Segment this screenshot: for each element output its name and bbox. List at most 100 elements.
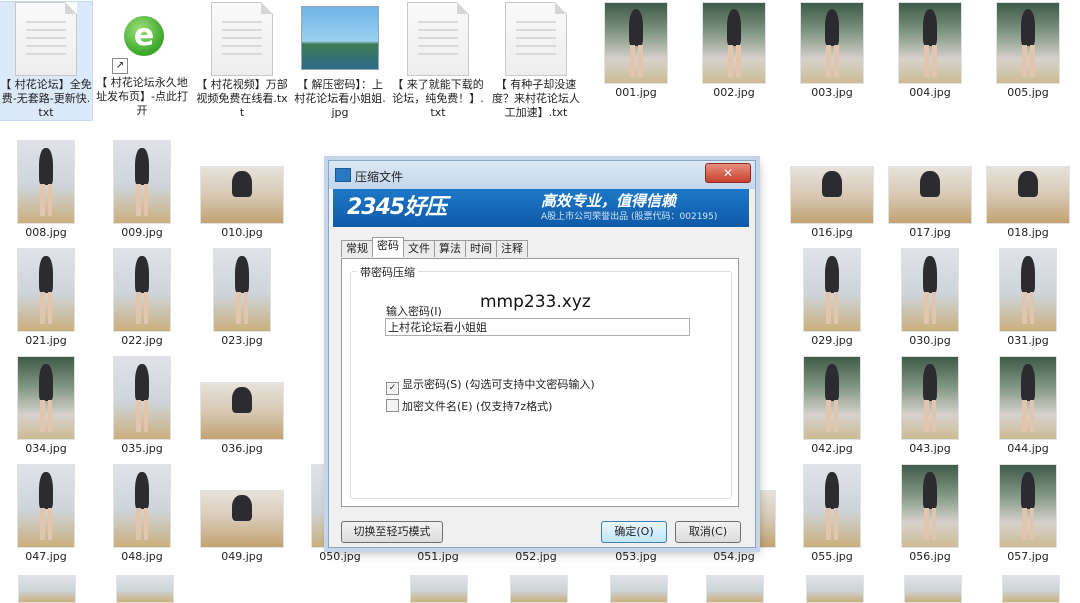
file-label: 023.jpg [221,334,263,347]
file-item[interactable]: 042.jpg [786,356,878,456]
file-label: 018.jpg [1007,226,1049,239]
tab-comment[interactable]: 注释 [496,240,528,257]
file-label: 030.jpg [909,334,951,347]
image-thumbnail [999,356,1057,440]
switch-mode-button[interactable]: 切换至轻巧模式 [341,521,443,543]
file-item[interactable]: 044.jpg [982,356,1074,456]
file-label: 009.jpg [121,226,163,239]
file-item[interactable]: 048.jpg [96,464,188,564]
dialog-title: 压缩文件 [355,170,404,184]
file-label: 010.jpg [221,226,263,239]
image-thumbnail [17,464,75,548]
text-file-icon [211,2,273,76]
file-label: 051.jpg [417,550,459,563]
file-item[interactable]: 001.jpg [590,2,682,100]
file-item[interactable]: 【 村花视频】万部视频免费在线看.txt [196,2,288,120]
file-item[interactable]: 016.jpg [786,140,878,240]
file-label: 004.jpg [909,86,951,99]
tab-algorithm[interactable]: 算法 [434,240,466,257]
image-thumbnail[interactable] [510,575,568,603]
cancel-button[interactable]: 取消(C) [675,521,741,543]
checkbox-unchecked-icon [386,399,399,412]
image-thumbnail [200,490,284,548]
file-item[interactable]: 057.jpg [982,464,1074,564]
show-password-label: 显示密码(S) (勾选可支持中文密码输入) [402,378,595,391]
file-item[interactable]: 030.jpg [884,248,976,348]
image-thumbnail[interactable] [18,575,76,603]
image-thumbnail[interactable] [1002,575,1060,603]
image-thumbnail [996,2,1060,84]
file-item[interactable]: 004.jpg [884,2,976,100]
file-item[interactable]: 005.jpg [982,2,1074,100]
file-item[interactable]: 002.jpg [688,2,780,100]
file-item[interactable]: 【 来了就能下载的论坛，纯免费！】.txt [392,2,484,120]
file-item[interactable]: 055.jpg [786,464,878,564]
tab-time[interactable]: 时间 [465,240,497,257]
file-label: 【 村花论坛】全免费-无套路-更新快.txt [0,78,92,119]
file-item[interactable]: 008.jpg [0,140,92,240]
file-item[interactable]: 010.jpg [196,140,288,240]
file-label: 【 村花论坛永久地址发布页】-点此打开 [96,76,188,117]
dialog-titlebar[interactable]: 压缩文件 ✕ [329,161,755,189]
file-item[interactable]: 049.jpg [196,464,288,564]
image-thumbnail[interactable] [610,575,668,603]
encrypt-filenames-label: 加密文件名(E) (仅支持7z格式) [402,400,553,413]
file-label: 031.jpg [1007,334,1049,347]
image-thumbnail[interactable] [410,575,468,603]
password-label: 输入密码(I) [386,305,442,318]
file-item[interactable]: 022.jpg [96,248,188,348]
file-label: 057.jpg [1007,550,1049,563]
file-label: 055.jpg [811,550,853,563]
tab-general[interactable]: 常规 [341,240,373,257]
file-item[interactable]: 023.jpg [196,248,288,348]
file-item[interactable]: e ↗ 【 村花论坛永久地址发布页】-点此打开 [96,2,188,118]
file-label: 044.jpg [1007,442,1049,455]
image-thumbnail[interactable] [116,575,174,603]
image-thumbnail [200,166,284,224]
file-item[interactable]: 035.jpg [96,356,188,456]
file-item[interactable]: 056.jpg [884,464,976,564]
encrypt-filenames-checkbox[interactable]: 加密文件名(E) (仅支持7z格式) [386,399,552,413]
file-item[interactable]: 003.jpg [786,2,878,100]
file-item[interactable]: 029.jpg [786,248,878,348]
file-item[interactable]: 【 村花论坛】全免费-无套路-更新快.txt [0,1,93,121]
brand-slogan: 高效专业，值得信赖 [541,192,677,210]
show-password-checkbox[interactable]: ✓ 显示密码(S) (勾选可支持中文密码输入) [386,378,595,395]
text-file-icon [407,2,469,76]
file-item[interactable]: 【 解压密码】：上村花论坛看小姐姐.jpg [294,2,386,120]
image-thumbnail [17,248,75,332]
image-thumbnail [213,248,271,332]
file-item[interactable]: 036.jpg [196,356,288,456]
file-item[interactable]: 009.jpg [96,140,188,240]
image-thumbnail [803,464,861,548]
image-thumbnail[interactable] [706,575,764,603]
image-thumbnail [113,464,171,548]
ok-button[interactable]: 确定(O) [601,521,667,543]
file-item[interactable]: 031.jpg [982,248,1074,348]
file-item[interactable]: 【 有种子却没速度？来村花论坛人工加速】.txt [490,2,582,120]
file-item[interactable]: 047.jpg [0,464,92,564]
password-group-title: 带密码压缩 [357,264,418,280]
file-label: 056.jpg [909,550,951,563]
file-item[interactable]: 021.jpg [0,248,92,348]
file-label: 047.jpg [25,550,67,563]
file-label: 022.jpg [121,334,163,347]
image-thumbnail [17,140,75,224]
tab-files[interactable]: 文件 [403,240,435,257]
tab-password[interactable]: 密码 [372,237,404,257]
file-item[interactable]: 043.jpg [884,356,976,456]
watermark-text: mmp233.xyz [480,292,591,312]
file-label: 034.jpg [25,442,67,455]
file-label: 008.jpg [25,226,67,239]
file-item[interactable]: 018.jpg [982,140,1074,240]
image-thumbnail[interactable] [904,575,962,603]
close-button[interactable]: ✕ [705,163,751,183]
file-item[interactable]: 017.jpg [884,140,976,240]
file-label: 002.jpg [713,86,755,99]
brand-logo: 2345好压 [347,195,447,220]
image-thumbnail[interactable] [806,575,864,603]
image-thumbnail [999,464,1057,548]
password-input[interactable]: 上村花论坛看小姐姐 [385,318,690,336]
text-file-icon [15,2,77,76]
file-item[interactable]: 034.jpg [0,356,92,456]
